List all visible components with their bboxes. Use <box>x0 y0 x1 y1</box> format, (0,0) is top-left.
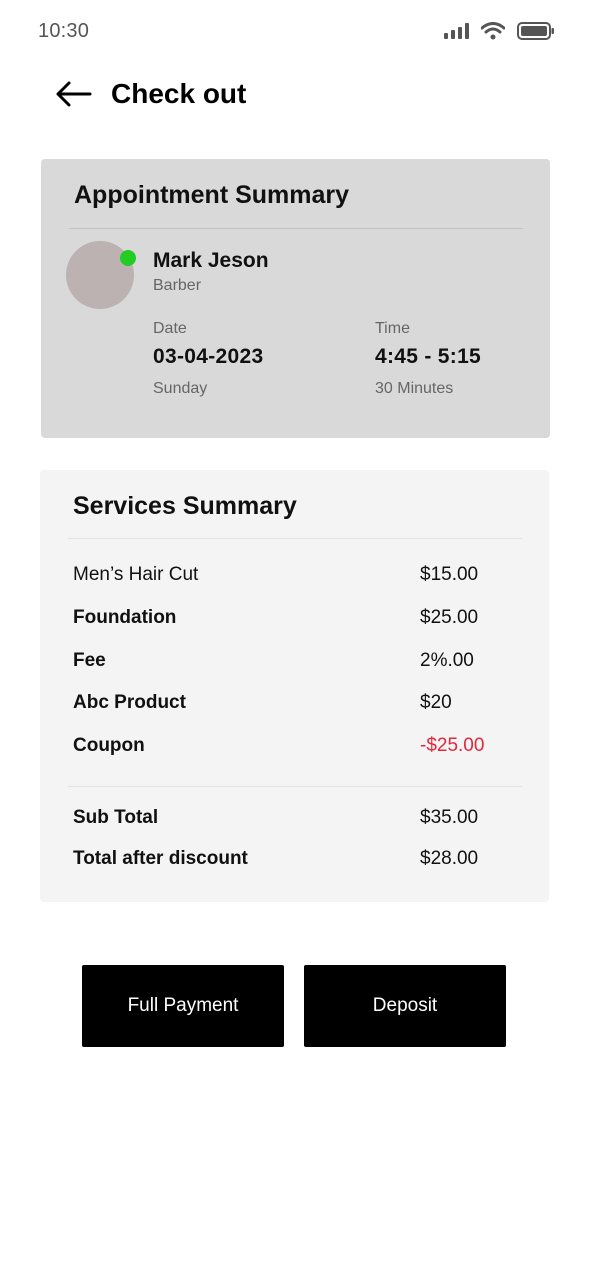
divider <box>68 538 522 539</box>
service-label: Men’s Hair Cut <box>73 564 199 585</box>
back-button[interactable] <box>54 74 94 114</box>
service-price: $25.00 <box>420 607 479 628</box>
service-label: Foundation <box>73 607 177 628</box>
service-price: $20 <box>420 692 452 713</box>
status-icons <box>444 22 555 40</box>
appointment-summary-title: Appointment Summary <box>74 181 350 209</box>
battery-icon <box>517 22 554 40</box>
online-status-dot <box>120 250 136 266</box>
date-day: Sunday <box>153 380 208 397</box>
page-title: Check out <box>111 78 247 109</box>
status-time: 10:30 <box>38 20 90 42</box>
time-duration: 30 Minutes <box>375 380 454 397</box>
status-bar: 10:30 <box>0 0 591 64</box>
subtotal-label: Sub Total <box>73 807 159 828</box>
subtotal-value: $35.00 <box>420 807 479 828</box>
service-label: Abc Product <box>73 692 186 713</box>
date-value: 03-04-2023 <box>153 345 264 368</box>
deposit-button[interactable]: Deposit <box>304 965 506 1047</box>
arrow-left-icon <box>56 81 92 107</box>
divider <box>69 228 523 229</box>
full-payment-button[interactable]: Full Payment <box>82 965 284 1047</box>
total-label: Total after discount <box>73 848 248 869</box>
signal-icon <box>444 23 469 39</box>
service-price: 2%.00 <box>420 650 474 671</box>
date-label: Date <box>153 320 187 337</box>
coupon-label: Coupon <box>73 735 145 756</box>
services-summary-title: Services Summary <box>73 492 297 520</box>
barber-role: Barber <box>153 277 202 294</box>
service-price: $15.00 <box>420 564 479 585</box>
coupon-discount: -$25.00 <box>420 735 485 756</box>
barber-name: Mark Jeson <box>153 249 269 272</box>
divider <box>68 786 522 787</box>
time-label: Time <box>375 320 410 337</box>
time-value: 4:45 - 5:15 <box>375 345 482 368</box>
wifi-icon <box>481 22 505 40</box>
total-value: $28.00 <box>420 848 479 869</box>
service-label: Fee <box>73 650 106 671</box>
header: Check out <box>54 74 246 114</box>
services-summary-card: Services Summary Men’s Hair Cut $15.00 F… <box>40 470 549 902</box>
appointment-summary-card: Appointment Summary Mark Jeson Barber Da… <box>41 159 550 438</box>
